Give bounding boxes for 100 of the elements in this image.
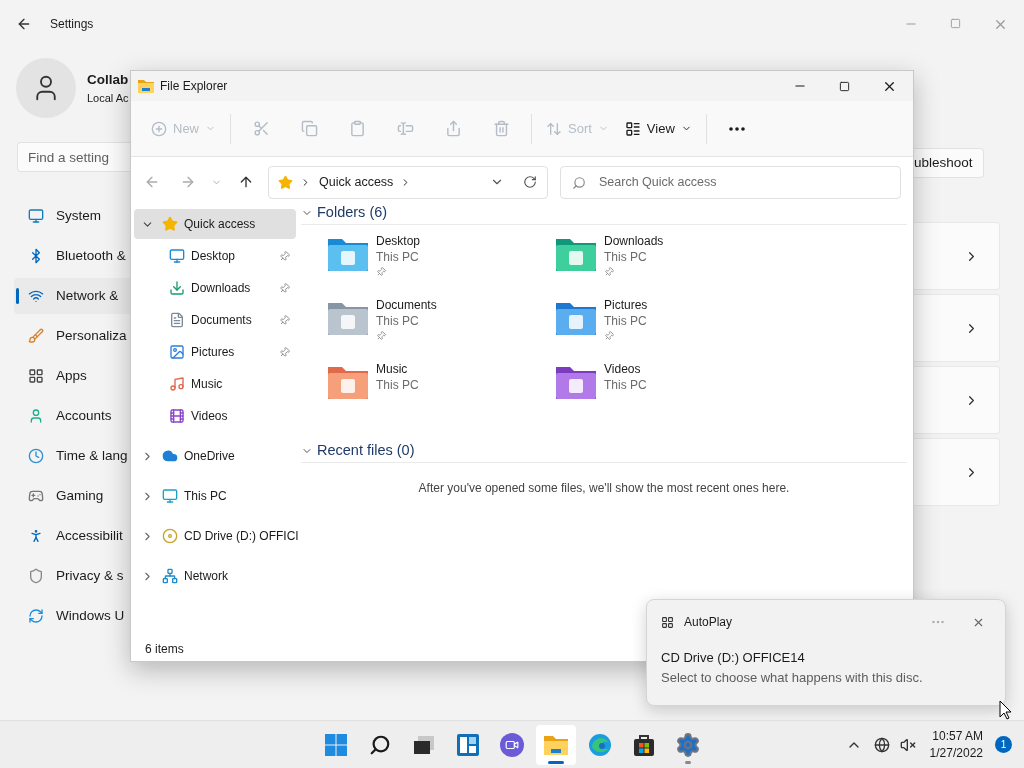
tree-item[interactable]: Quick access	[134, 209, 296, 239]
star-icon	[278, 174, 293, 190]
nav-item[interactable]: Windows U	[14, 598, 130, 634]
nav-item[interactable]: Network &	[14, 278, 130, 314]
tree-item[interactable]: OneDrive	[134, 441, 296, 471]
nav-item[interactable]: Privacy & s	[14, 558, 130, 594]
plus-icon	[151, 120, 167, 137]
document-icon	[169, 312, 185, 328]
section-header[interactable]: Recent files (0)	[301, 439, 907, 463]
maximize-icon[interactable]	[839, 80, 850, 92]
tree-label: Pictures	[191, 344, 235, 361]
search-field[interactable]: Search Quick access	[560, 165, 901, 199]
folder-tile[interactable]: Pictures This PC	[554, 295, 782, 359]
person-icon	[28, 408, 44, 424]
folder-icon	[554, 237, 598, 271]
window-title: Settings	[50, 16, 94, 33]
shopping-bag-icon	[632, 732, 656, 757]
notification-body: Select to choose what happens with this disc.	[661, 668, 924, 687]
sort-icon	[546, 120, 562, 137]
nav-item[interactable]: Accessibilit	[14, 518, 130, 554]
section-header[interactable]: Folders (6)	[301, 201, 907, 225]
tree-item[interactable]: Pictures	[134, 337, 296, 367]
wifi-icon	[28, 288, 44, 304]
nav-item[interactable]: Accounts	[14, 398, 130, 434]
breadcrumb[interactable]: Quick access	[319, 172, 394, 192]
folder-name: Pictures	[604, 297, 648, 313]
gear-icon	[675, 731, 701, 758]
tree-label: Documents	[191, 312, 252, 329]
refresh-icon[interactable]	[523, 175, 537, 189]
tree-label: Music	[191, 376, 223, 393]
task-view-icon	[412, 733, 436, 756]
address-bar[interactable]: Quick access	[268, 165, 548, 199]
folder-tile[interactable]: Desktop This PC	[326, 231, 554, 295]
tree-item[interactable]: CD Drive (D:) OFFICI	[134, 521, 296, 551]
tree-label: Downloads	[191, 280, 251, 297]
tree-item[interactable]: Videos	[134, 401, 296, 431]
notification-title: CD Drive (D:) OFFICE14	[661, 649, 806, 667]
folder-tile[interactable]: Music This PC	[326, 359, 554, 423]
status-text: 6 items	[145, 641, 184, 658]
autoplay-icon	[661, 615, 674, 629]
folder-icon	[138, 79, 154, 93]
film-icon	[169, 408, 185, 424]
network-icon	[162, 568, 178, 584]
up-icon[interactable]	[238, 174, 254, 190]
clock[interactable]: 10:57 AM 1/27/2022	[929, 727, 983, 762]
folder-tile[interactable]: Downloads This PC	[554, 231, 782, 295]
folder-name: Downloads	[604, 233, 664, 249]
tree-item[interactable]: Downloads	[134, 273, 296, 303]
speaker-icon[interactable]	[899, 736, 916, 753]
nav-item[interactable]: Personaliza	[14, 318, 130, 354]
notification-badge[interactable]: 1	[995, 736, 1012, 753]
profile-name: Collab	[87, 70, 129, 89]
tree-label: This PC	[184, 488, 227, 505]
list-icon	[624, 120, 641, 137]
nav-item[interactable]: System	[14, 198, 130, 234]
nav-item[interactable]: Time & lang	[14, 438, 130, 474]
toolbar-button[interactable]: View	[616, 112, 700, 145]
running-indicator	[685, 760, 691, 764]
account-type: Local Ac	[87, 90, 129, 106]
forward-icon[interactable]	[180, 174, 196, 190]
tree-item[interactable]: Documents	[134, 305, 296, 335]
selection-bar	[16, 288, 19, 304]
tree-label: OneDrive	[184, 448, 235, 465]
folder-location: This PC	[604, 377, 647, 393]
globe-icon[interactable]	[873, 736, 890, 753]
tree-item[interactable]: Music	[134, 369, 296, 399]
folder-icon	[326, 365, 370, 399]
desktop-icon	[169, 248, 185, 264]
apps-icon	[28, 368, 44, 384]
window-title: File Explorer	[160, 78, 228, 95]
tree-label: Network	[184, 568, 228, 585]
nav-item[interactable]: Apps	[14, 358, 130, 394]
troubleshoot-button[interactable]: ubleshoot	[914, 148, 984, 178]
swirl-icon	[588, 732, 612, 757]
tree-label: Desktop	[191, 248, 236, 265]
folder-tile[interactable]: Videos This PC	[554, 359, 782, 423]
folder-location: This PC	[376, 313, 420, 329]
star-icon	[162, 216, 178, 232]
cursor-icon	[999, 700, 1012, 720]
folder-icon	[326, 237, 370, 271]
nav-item[interactable]: Gaming	[14, 478, 130, 514]
folder-location: This PC	[376, 377, 419, 393]
nav-item[interactable]: Bluetooth &	[14, 238, 130, 274]
more-icon	[728, 126, 745, 131]
search-field[interactable]: Find a setting	[17, 142, 130, 172]
monitor-icon	[28, 208, 44, 224]
tree-item[interactable]: This PC	[134, 481, 296, 511]
disc-icon	[162, 528, 178, 544]
tree-item[interactable]: Desktop	[134, 241, 296, 271]
folder-tile[interactable]: Documents This PC	[326, 295, 554, 359]
brush-icon	[28, 328, 44, 344]
back-icon[interactable]	[16, 16, 32, 32]
monitor-icon	[162, 488, 178, 504]
tree-item[interactable]: Network	[134, 561, 296, 591]
shield-icon	[28, 568, 44, 584]
refresh-icon	[28, 608, 44, 624]
accessibility-icon	[28, 528, 44, 544]
copy-icon	[300, 120, 318, 137]
share-icon	[444, 120, 462, 137]
folder-location: This PC	[376, 249, 420, 265]
